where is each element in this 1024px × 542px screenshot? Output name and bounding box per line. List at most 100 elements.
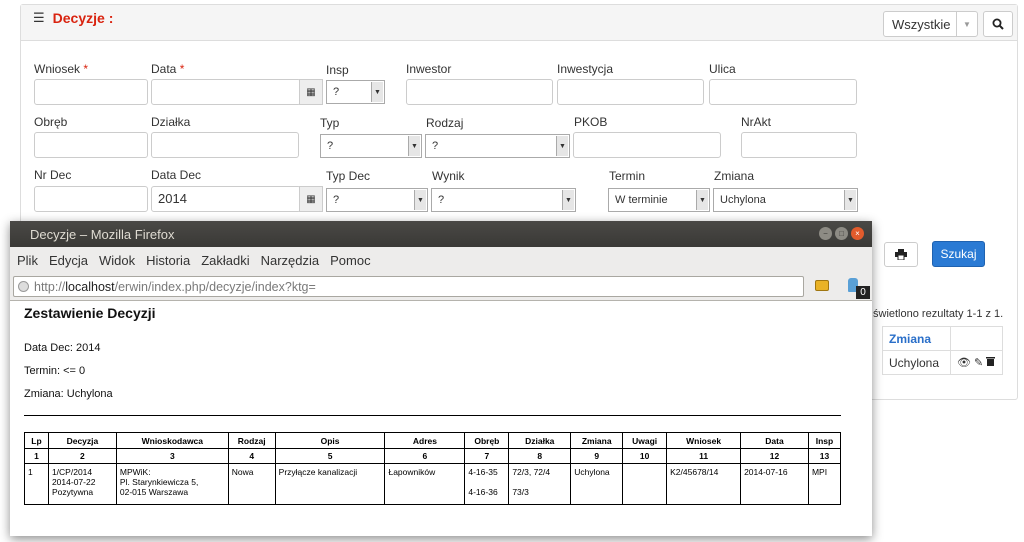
view-icon[interactable]: 👁 [957,357,971,369]
col-number: 3 [115,448,229,464]
report-page: Zestawienie Decyzji Data Dec: 2014 Termi… [10,301,872,536]
rss-icon[interactable] [815,280,829,291]
search-icon [992,18,1004,30]
label-typ: Typ [320,116,340,130]
menu-pomoc[interactable]: Pomoc [330,253,370,268]
menu-plik[interactable]: Plik [17,253,38,268]
col-wnioskodawca: Wnioskodawca [115,432,229,449]
label-ulica: Ulica [709,62,736,76]
result-summary: świetlono rezultaty 1-1 z 1. [873,308,1004,320]
minimize-icon[interactable]: − [819,227,832,240]
results-header-zmiana[interactable]: Zmiana [882,326,951,351]
filter-all-label: Wszystkie [892,16,951,32]
menu-edycja[interactable]: Edycja [49,253,88,268]
list-icon: ☰ [33,10,45,25]
rodzaj-select[interactable]: ? ▼ [425,134,570,158]
label-obreb: Obręb [34,115,68,129]
report-header-row: Lp Decyzja Wnioskodawca Rodzaj Opis Adre… [24,432,842,449]
col-uwagi: Uwagi [622,432,668,449]
cell-wnioskodawca: MPWiK: Pl. Starynkiewicza 5, 02-015 Wars… [115,463,229,505]
label-inwestycja: Inwestycja [557,62,614,76]
menu-zakladki[interactable]: Zakładki [201,253,249,268]
col-number: 6 [384,448,466,464]
col-rodzaj: Rodzaj [227,432,276,449]
label-pkob: PKOB [574,115,608,129]
insp-select[interactable]: ? ▼ [326,80,385,104]
menu-narzedzia[interactable]: Narzędzia [261,253,320,268]
col-number: 10 [622,448,668,464]
results-cell-zmiana: Uchylona [882,350,951,375]
ulica-input[interactable] [709,79,857,105]
zmiana-select[interactable]: Uchylona ▼ [713,188,858,212]
col-adres: Adres [384,432,466,449]
edit-icon[interactable]: ✎ [974,357,983,369]
calendar-icon[interactable]: ▦ [299,79,323,105]
dzialka-input[interactable] [151,132,299,158]
filter-all-dropdown[interactable]: Wszystkie [883,11,957,37]
cell-zmiana: Uchylona [570,463,624,505]
globe-icon [18,281,29,292]
window-titlebar[interactable]: Decyzje – Mozilla Firefox − □ × [10,221,872,247]
menubar: Plik Edycja Widok Historia Zakładki Narz… [10,247,872,273]
col-insp: Insp [807,432,842,449]
nrdec-input[interactable] [34,186,148,212]
report-number-row: 1 2 3 4 5 6 7 8 9 10 11 12 13 [24,448,842,464]
label-wynik: Wynik [432,169,465,183]
close-icon[interactable]: × [851,227,864,240]
pkob-input[interactable] [573,132,721,158]
col-zmiana: Zmiana [570,432,624,449]
menu-historia[interactable]: Historia [146,253,190,268]
szukaj-button[interactable]: Szukaj [932,241,985,267]
menu-widok[interactable]: Widok [99,253,135,268]
results-cell-actions: 👁 ✎ [950,350,1003,375]
cell-decyzja: 1/CP/2014 2014-07-22 Pozytywna [47,463,117,505]
label-termin: Termin [609,169,646,183]
wynik-select[interactable]: ? ▼ [431,188,576,212]
trash-icon[interactable] [986,356,996,366]
termin-select[interactable]: W terminie ▼ [608,188,710,212]
col-number: 13 [807,448,842,464]
label-typdec: Typ Dec [326,169,371,183]
label-zmiana: Zmiana [714,169,755,183]
wniosek-input[interactable] [34,79,148,105]
col-lp: Lp [24,432,49,449]
maximize-icon[interactable]: □ [835,227,848,240]
report-table: Lp Decyzja Wnioskodawca Rodzaj Opis Adre… [24,432,842,505]
cell-insp: MPI [807,463,842,505]
col-number: 12 [740,448,809,464]
cell-uwagi [622,463,668,505]
cell-lp: 1 [24,463,49,505]
report-filter-termin: Termin: <= 0 [24,365,86,377]
datadec-input[interactable]: 2014 [151,186,301,212]
col-number: 11 [666,448,742,464]
obreb-input[interactable] [34,132,148,158]
panel-title: ☰ Decyzje : [33,10,113,26]
cell-dzialka: 72/3, 72/4 73/3 [508,463,572,505]
panel-heading: ☰ Decyzje : Wszystkie ▼ [21,5,1017,41]
typ-select[interactable]: ? ▼ [320,134,422,158]
col-dzialka: Działka [508,432,572,449]
inwestycja-input[interactable] [557,79,704,105]
report-filter-zmiana: Zmiana: Uchylona [24,388,113,400]
panel-title-text: Decyzje : [52,10,114,26]
url-bar[interactable]: http://localhost/erwin/index.php/decyzje… [13,276,804,297]
calendar-icon[interactable]: ▦ [299,186,323,212]
typdec-select[interactable]: ? ▼ [326,188,428,212]
cell-wniosek: K2/45678/14 [666,463,742,505]
data-input[interactable] [151,79,301,105]
caret-down-icon[interactable]: ▼ [956,11,978,37]
url-path: /erwin/index.php/decyzje/index?ktg= [114,279,316,294]
col-opis: Opis [274,432,386,449]
cell-opis: Przyłącze kanalizacji [274,463,386,505]
nrakt-input[interactable] [741,132,857,158]
results-header-actions [950,326,1003,351]
col-decyzja: Decyzja [47,432,117,449]
inwestor-input[interactable] [406,79,553,105]
label-dzialka: Działka [151,115,191,129]
col-number: 9 [570,448,624,464]
table-row: 1 1/CP/2014 2014-07-22 Pozytywna MPWiK: … [24,463,842,505]
print-button[interactable] [884,242,918,267]
label-insp: Insp [326,63,349,77]
search-toggle-button[interactable] [983,11,1013,37]
label-wniosek: Wniosek * [34,62,89,76]
